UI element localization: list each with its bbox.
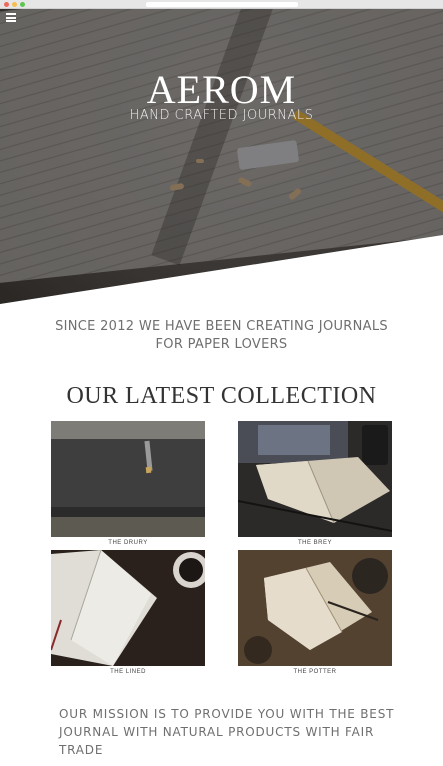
collection-card[interactable]: THE POTTER: [238, 550, 392, 675]
brand-tagline: HAND CRAFTED JOURNALS: [129, 108, 314, 123]
collection-card[interactable]: THE BREY: [238, 421, 392, 546]
collection-image-drury[interactable]: [51, 421, 205, 537]
collection-image-lined[interactable]: [51, 550, 205, 666]
menu-bar: [6, 16, 16, 19]
intro-text: SINCE 2012 WE HAVE BEEN CREATING JOURNAL…: [0, 318, 443, 354]
address-bar[interactable]: [146, 2, 298, 7]
collection-item-name[interactable]: THE DRURY: [51, 540, 205, 546]
close-window-icon[interactable]: [4, 2, 9, 7]
collection-image-potter[interactable]: [238, 550, 392, 666]
mission-statement: OUR MISSION IS TO PROVIDE YOU WITH THE B…: [59, 705, 419, 759]
mission-line-2: JOURNAL WITH NATURAL PRODUCTS WITH FAIR …: [59, 725, 375, 757]
collection-item-name[interactable]: THE BREY: [238, 540, 392, 546]
hero-diagonal-cut: [0, 235, 443, 304]
hamburger-menu-icon[interactable]: [6, 13, 16, 22]
browser-chrome: [0, 0, 443, 9]
intro-line-2: FOR PAPER LOVERS: [155, 337, 288, 352]
intro-line-1: SINCE 2012 WE HAVE BEEN CREATING JOURNAL…: [55, 319, 388, 334]
menu-bar: [6, 13, 16, 15]
mission-line-1: OUR MISSION IS TO PROVIDE YOU WITH THE B…: [59, 707, 395, 721]
brand-title: AEROM: [146, 67, 297, 112]
maximize-window-icon[interactable]: [20, 2, 25, 7]
collection-card[interactable]: THE LINED: [51, 550, 205, 675]
hero-banner: [0, 9, 443, 304]
collection-item-name[interactable]: THE LINED: [51, 669, 205, 675]
collection-card[interactable]: THE DRURY: [51, 421, 205, 546]
minimize-window-icon[interactable]: [12, 2, 17, 7]
menu-bar: [6, 20, 16, 22]
collection-title: OUR LATEST COLLECTION: [66, 383, 377, 409]
collection-image-brey[interactable]: [238, 421, 392, 537]
collection-item-name[interactable]: THE POTTER: [238, 669, 392, 675]
